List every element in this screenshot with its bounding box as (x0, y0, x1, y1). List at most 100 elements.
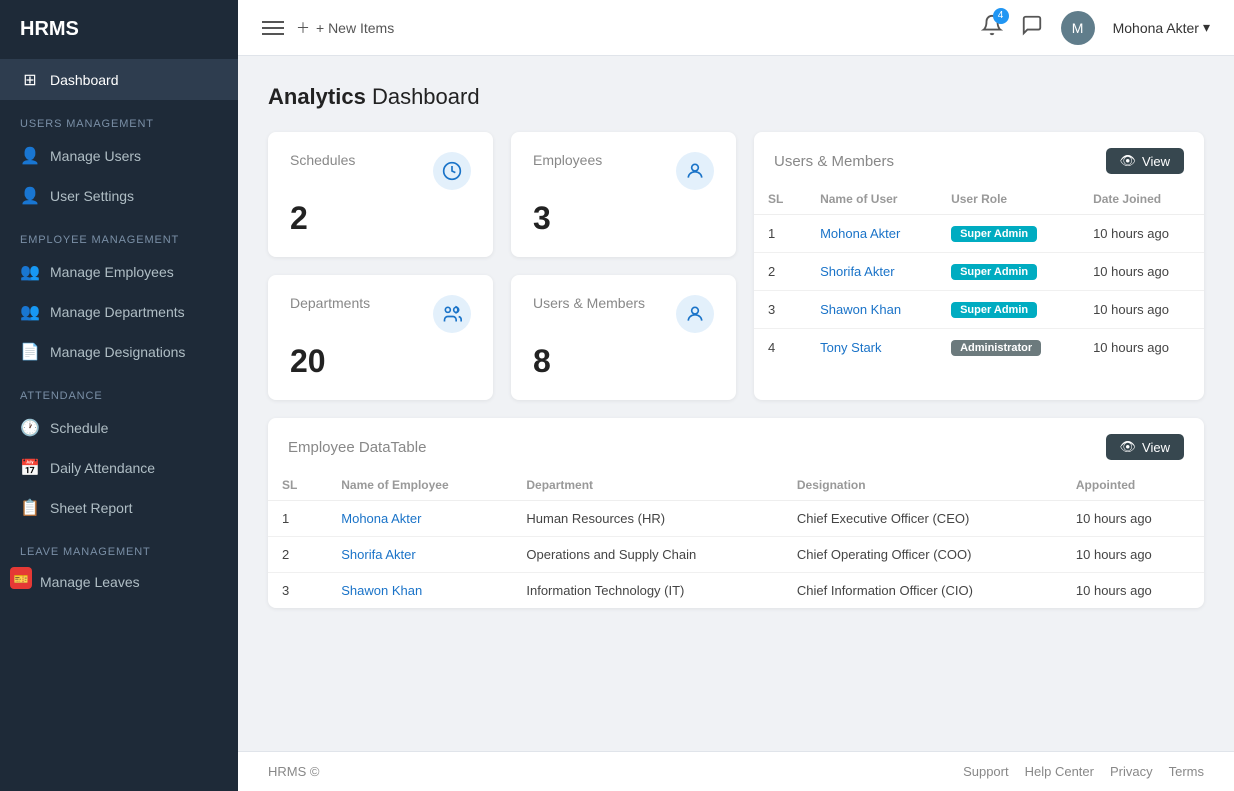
notification-button[interactable]: 4 (981, 14, 1003, 42)
role-badge: Super Admin (951, 302, 1037, 318)
stat-cards-left: Schedules 2 Departments (268, 132, 493, 400)
settings-user-icon: 👤 (20, 186, 40, 206)
content-area: Analytics Dashboard Schedules (238, 56, 1234, 751)
cell-name: Shawon Khan (806, 291, 937, 329)
user-name-link[interactable]: Tony Stark (820, 340, 881, 355)
sidebar-item-sheet-report[interactable]: 📋 Sheet Report (0, 488, 238, 528)
cell-name: Shawon Khan (327, 573, 512, 609)
sidebar-item-label: Dashboard (50, 72, 119, 88)
cell-department: Human Resources (HR) (512, 501, 783, 537)
cell-sl: 2 (268, 537, 327, 573)
footer-copyright: HRMS © (268, 764, 319, 779)
emp-col-name: Name of Employee (327, 470, 512, 501)
cell-appointed: 10 hours ago (1062, 573, 1204, 609)
user-name-link[interactable]: Shawon Khan (820, 302, 901, 317)
section-label-attendance: Attendance (0, 372, 238, 408)
sidebar-item-manage-users[interactable]: 👤 Manage Users (0, 136, 238, 176)
table-row: 1 Mohona Akter Super Admin 10 hours ago (754, 215, 1204, 253)
user-display-name: Mohona Akter (1113, 20, 1199, 36)
role-badge: Administrator (951, 340, 1041, 356)
cell-joined: 10 hours ago (1079, 253, 1204, 291)
emp-col-desig: Designation (783, 470, 1062, 501)
footer-link-helpcenter[interactable]: Help Center (1025, 764, 1094, 779)
table-row: 3 Shawon Khan Super Admin 10 hours ago (754, 291, 1204, 329)
sidebar-item-manage-departments[interactable]: 👥 Manage Departments (0, 292, 238, 332)
col-joined: Date Joined (1079, 184, 1204, 215)
new-items-button[interactable]: ＋ + New Items (296, 18, 394, 38)
employee-name-link[interactable]: Mohona Akter (341, 511, 421, 526)
cell-joined: 10 hours ago (1079, 329, 1204, 367)
users-members-stat-icon (676, 295, 714, 333)
emp-col-appointed: Appointed (1062, 470, 1204, 501)
sidebar-item-dashboard[interactable]: ⊞ Dashboard (0, 60, 238, 100)
sidebar: HRMS ⊞ Dashboard Users Management 👤 Mana… (0, 0, 238, 791)
svg-text:🎫: 🎫 (14, 572, 29, 586)
cell-name: Mohona Akter (806, 215, 937, 253)
cell-department: Information Technology (IT) (512, 573, 783, 609)
topbar-left: ＋ + New Items (262, 18, 965, 38)
departments-icon: 👥 (20, 302, 40, 322)
cell-designation: Chief Information Officer (CIO) (783, 573, 1062, 609)
employee-name-link[interactable]: Shawon Khan (341, 583, 422, 598)
cell-joined: 10 hours ago (1079, 215, 1204, 253)
report-icon: 📋 (20, 498, 40, 518)
cell-name: Tony Stark (806, 329, 937, 367)
footer-link-terms[interactable]: Terms (1169, 764, 1204, 779)
section-label-employee: Employee Management (0, 216, 238, 252)
footer-link-support[interactable]: Support (963, 764, 1009, 779)
sidebar-item-label: Manage Leaves (40, 574, 140, 590)
sidebar-item-manage-employees[interactable]: 👥 Manage Employees (0, 252, 238, 292)
cell-designation: Chief Operating Officer (COO) (783, 537, 1062, 573)
stat-title-schedules: Schedules (290, 152, 355, 168)
table-row: 2 Shorifa Akter Super Admin 10 hours ago (754, 253, 1204, 291)
calendar-icon: 📅 (20, 458, 40, 478)
leaves-icon: 🎫 (10, 567, 30, 594)
stat-title-users-members: Users & Members (533, 295, 645, 311)
employees-stat-icon (676, 152, 714, 190)
stat-value-users-members: 8 (533, 343, 714, 380)
sidebar-item-manage-leaves[interactable]: 🎫 Manage Leaves (0, 564, 238, 600)
table-row: 2 Shorifa Akter Operations and Supply Ch… (268, 537, 1204, 573)
sidebar-item-label: Sheet Report (50, 500, 133, 516)
cell-name: Shorifa Akter (806, 253, 937, 291)
stat-value-schedules: 2 (290, 200, 471, 237)
sidebar-item-label: Manage Employees (50, 264, 174, 280)
stat-title-employees: Employees (533, 152, 602, 168)
cell-sl: 1 (268, 501, 327, 537)
departments-stat-icon (433, 295, 471, 333)
user-name-link[interactable]: Mohona Akter (820, 226, 900, 241)
page-title-bold: Analytics (268, 84, 366, 109)
avatar: M (1061, 11, 1095, 45)
stat-card-schedules: Schedules 2 (268, 132, 493, 257)
cell-role: Administrator (937, 329, 1079, 367)
view-btn-label: View (1142, 440, 1170, 455)
cell-name: Shorifa Akter (327, 537, 512, 573)
notification-badge: 4 (993, 8, 1009, 24)
employee-table: SL Name of Employee Department Designati… (268, 470, 1204, 608)
col-sl: SL (754, 184, 806, 215)
hamburger-menu[interactable] (262, 21, 284, 35)
sidebar-item-label: Daily Attendance (50, 460, 155, 476)
user-name-link[interactable]: Shorifa Akter (820, 264, 894, 279)
users-members-view-button[interactable]: 👁 View (1106, 148, 1184, 174)
new-items-label: + New Items (316, 20, 394, 36)
sidebar-item-schedule[interactable]: 🕐 Schedule (0, 408, 238, 448)
sidebar-item-manage-designations[interactable]: 📄 Manage Designations (0, 332, 238, 372)
stat-value-employees: 3 (533, 200, 714, 237)
table-row: 3 Shawon Khan Information Technology (IT… (268, 573, 1204, 609)
user-name-button[interactable]: Mohona Akter ▾ (1113, 19, 1210, 36)
employee-name-link[interactable]: Shorifa Akter (341, 547, 415, 562)
messages-button[interactable] (1021, 14, 1043, 42)
sidebar-item-user-settings[interactable]: 👤 User Settings (0, 176, 238, 216)
chevron-down-icon: ▾ (1203, 19, 1210, 36)
role-badge: Super Admin (951, 226, 1037, 242)
cell-role: Super Admin (937, 291, 1079, 329)
table-row: 4 Tony Stark Administrator 10 hours ago (754, 329, 1204, 367)
users-members-card: Users & Members 👁 View SL Name of User U… (754, 132, 1204, 400)
users-members-table: SL Name of User User Role Date Joined 1 … (754, 184, 1204, 366)
cell-sl: 4 (754, 329, 806, 367)
sidebar-item-daily-attendance[interactable]: 📅 Daily Attendance (0, 448, 238, 488)
employees-icon: 👥 (20, 262, 40, 282)
employee-view-button[interactable]: 👁 View (1106, 434, 1184, 460)
footer-link-privacy[interactable]: Privacy (1110, 764, 1153, 779)
